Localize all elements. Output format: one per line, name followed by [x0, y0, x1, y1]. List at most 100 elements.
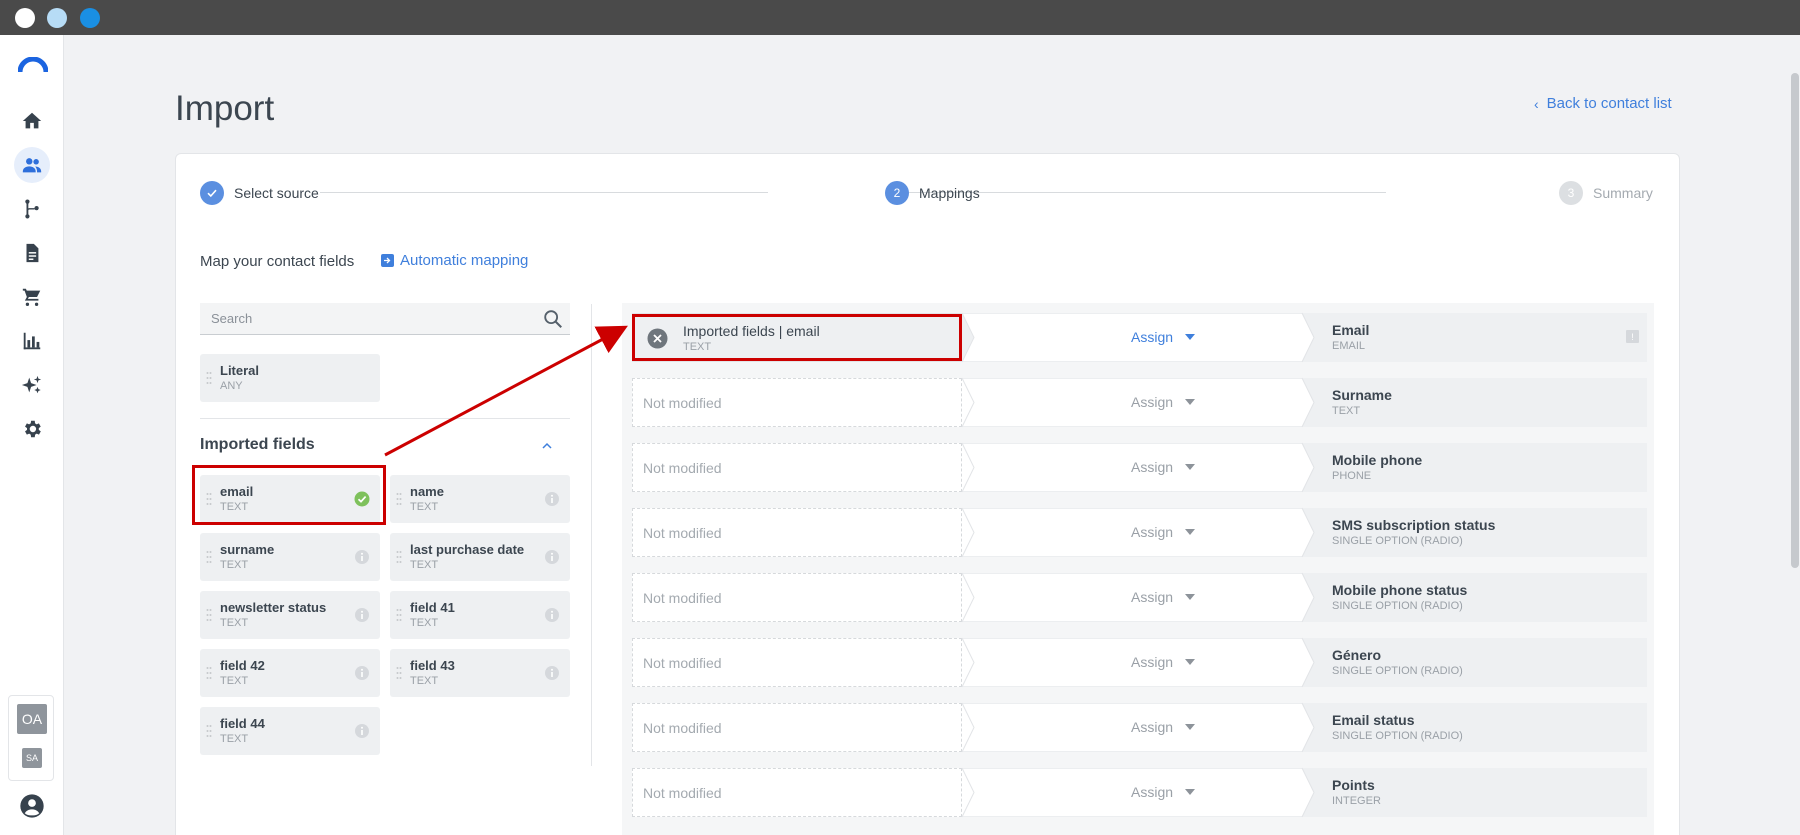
drag-handle-icon[interactable] [206, 608, 212, 622]
mapping-row: Not modified Assign Mobile phone status SIN… [632, 572, 1647, 623]
mapping-source-slot[interactable]: Imported fields | email TEXT [632, 313, 962, 362]
assign-dropdown[interactable]: Assign [1131, 329, 1196, 345]
info-icon[interactable] [354, 549, 370, 565]
mapping-source-slot[interactable]: Not modified [632, 508, 962, 557]
imported-field-chip[interactable]: last purchase date TEXT [390, 533, 570, 581]
mapping-source-slot[interactable]: Not modified [632, 443, 962, 492]
page-scrollbar[interactable] [1790, 35, 1800, 835]
info-icon[interactable] [544, 491, 560, 507]
mapping-source-slot[interactable]: Not modified [632, 378, 962, 427]
row-arrow-shape [1301, 767, 1315, 818]
field-type: TEXT [220, 675, 249, 687]
mapping-source-slot[interactable]: Not modified [632, 573, 962, 622]
search-icon[interactable] [542, 308, 564, 330]
sidebar-item-reports[interactable] [14, 323, 50, 359]
sidebar-item-contacts[interactable] [14, 147, 50, 183]
mapping-table: Imported fields | email TEXT Assign Email EM… [622, 303, 1654, 835]
drag-handle-icon[interactable] [396, 608, 402, 622]
imported-field-chip[interactable]: field 41 TEXT [390, 591, 570, 639]
mapping-action: Assign [961, 312, 1302, 363]
assign-label: Assign [1131, 719, 1174, 735]
assign-dropdown[interactable]: Assign [1131, 719, 1196, 735]
step-mappings[interactable]: 2 Mappings [885, 181, 980, 205]
mapping-target-field: Surname TEXT [1301, 377, 1647, 428]
field-type: TEXT [220, 501, 249, 513]
literal-field-chip[interactable]: Literal ANY [200, 354, 380, 402]
step-summary[interactable]: 3 Summary [1559, 181, 1653, 205]
imported-field-chip[interactable]: surname TEXT [200, 533, 380, 581]
info-icon[interactable] [354, 607, 370, 623]
check-circle-icon [354, 491, 370, 507]
mapping-action: Assign [961, 702, 1302, 753]
assign-dropdown[interactable]: Assign [1131, 394, 1196, 410]
not-modified-label: Not modified [643, 460, 722, 476]
search-input[interactable] [200, 303, 530, 333]
assign-dropdown[interactable]: Assign [1131, 459, 1196, 475]
info-icon[interactable] [354, 665, 370, 681]
row-arrow-shape [961, 377, 975, 428]
imported-field-chip[interactable]: email TEXT [200, 475, 380, 523]
chevron-up-icon[interactable] [539, 438, 555, 454]
mapping-row: Not modified Assign Mobile phone PHONE [632, 442, 1647, 493]
drag-handle-icon[interactable] [206, 550, 212, 564]
sidebar-item-flows[interactable] [14, 191, 50, 227]
sidebar-item-ai[interactable] [14, 367, 50, 403]
field-type: TEXT [410, 501, 439, 513]
target-field-type: INTEGER [1332, 795, 1381, 807]
assign-dropdown[interactable]: Assign [1131, 589, 1196, 605]
sidebar-item-settings[interactable] [14, 411, 50, 447]
imported-field-chip[interactable]: field 44 TEXT [200, 707, 380, 755]
back-to-contact-list-link[interactable]: ‹ Back to contact list [1534, 95, 1672, 112]
row-arrow-shape [961, 767, 975, 818]
step-label: Summary [1593, 185, 1653, 201]
avatar[interactable]: OA [17, 704, 47, 734]
drag-handle-icon[interactable] [396, 492, 402, 506]
remove-mapping-icon[interactable] [647, 328, 668, 349]
caret-down-icon [1185, 659, 1196, 665]
account-switcher[interactable]: OA SA [8, 695, 54, 781]
mapping-source-slot[interactable]: Not modified [632, 638, 962, 687]
automatic-mapping-label: Automatic mapping [400, 252, 529, 269]
mapping-action: Assign [961, 442, 1302, 493]
user-profile-icon[interactable] [18, 792, 46, 820]
drag-handle-icon[interactable] [206, 724, 212, 738]
window-minimize-button[interactable] [47, 8, 67, 28]
drag-handle-icon[interactable] [206, 666, 212, 680]
automatic-mapping-button[interactable]: Automatic mapping [381, 252, 528, 269]
drag-handle-icon[interactable] [396, 666, 402, 680]
window-maximize-button[interactable] [80, 8, 100, 28]
drag-handle-icon[interactable] [396, 550, 402, 564]
assign-label: Assign [1131, 589, 1174, 605]
sidebar-item-shop[interactable] [14, 279, 50, 315]
info-icon[interactable] [354, 723, 370, 739]
mapping-row: Not modified Assign SMS subscription statu… [632, 507, 1647, 558]
imported-field-chip[interactable]: field 42 TEXT [200, 649, 380, 697]
required-badge: ! [1626, 330, 1639, 343]
imported-field-chip[interactable]: newsletter status TEXT [200, 591, 380, 639]
drag-handle-icon[interactable] [206, 492, 212, 506]
mapping-action: Assign [961, 637, 1302, 688]
target-field-type: EMAIL [1332, 340, 1366, 352]
mapping-source-slot[interactable]: Not modified [632, 703, 962, 752]
field-search[interactable] [200, 303, 570, 335]
assign-dropdown[interactable]: Assign [1131, 784, 1196, 800]
step-select-source[interactable]: Select source [200, 181, 319, 205]
avatar-secondary[interactable]: SA [22, 748, 42, 768]
info-icon[interactable] [544, 665, 560, 681]
drag-handle-icon[interactable] [206, 371, 212, 385]
sidebar-item-documents[interactable] [14, 235, 50, 271]
info-icon[interactable] [544, 549, 560, 565]
imported-field-chip[interactable]: field 43 TEXT [390, 649, 570, 697]
scrollbar-thumb[interactable] [1791, 73, 1799, 568]
imported-field-chip[interactable]: name TEXT [390, 475, 570, 523]
info-icon[interactable] [544, 607, 560, 623]
caret-down-icon [1185, 334, 1196, 340]
assign-dropdown[interactable]: Assign [1131, 524, 1196, 540]
window-close-button[interactable] [15, 8, 35, 28]
row-arrow-shape [961, 702, 975, 753]
assign-dropdown[interactable]: Assign [1131, 654, 1196, 670]
step-label: Mappings [919, 185, 980, 201]
mapping-source-slot[interactable]: Not modified [632, 768, 962, 817]
sidebar-item-home[interactable] [14, 103, 50, 139]
brand-logo-icon[interactable] [18, 57, 48, 73]
